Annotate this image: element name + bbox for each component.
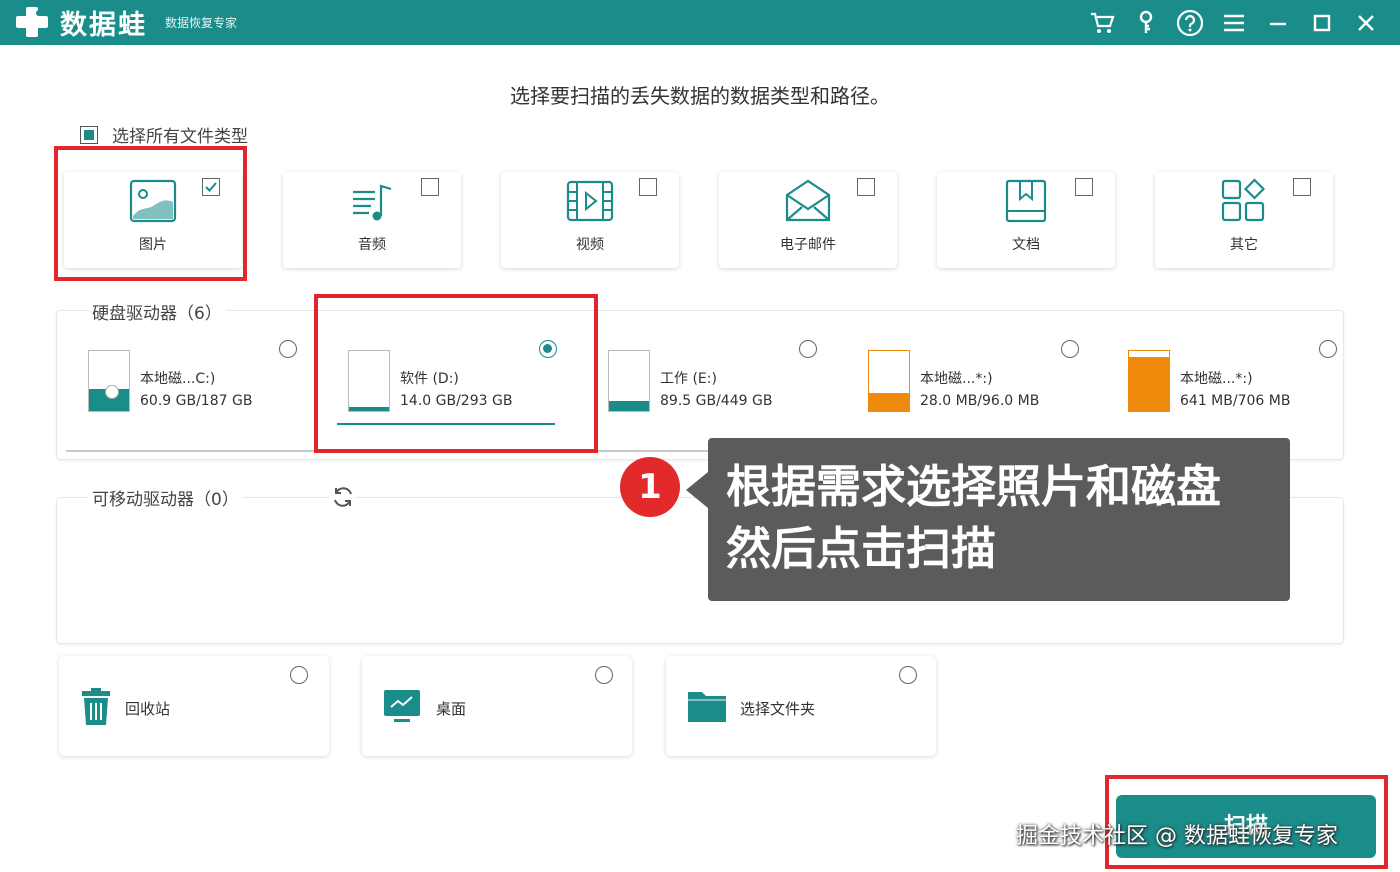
drive-radio[interactable] <box>1319 340 1337 358</box>
email-checkbox[interactable] <box>857 178 875 196</box>
folder-icon <box>688 692 726 722</box>
selected-drive-underline <box>337 423 555 425</box>
image-icon <box>129 179 177 223</box>
removable-drives-title: 可移动驱动器（0） <box>88 485 243 510</box>
location-radio[interactable] <box>290 666 308 684</box>
recycle-bin-icon <box>82 688 110 725</box>
audio-checkbox[interactable] <box>421 178 439 196</box>
file-type-audio[interactable]: 音频 <box>283 172 461 268</box>
drive-icon <box>1128 350 1170 412</box>
location-choose-folder[interactable]: 选择文件夹 <box>666 656 936 756</box>
drive-size: 14.0 GB/293 GB <box>400 393 513 409</box>
other-icon <box>1221 178 1266 222</box>
title-bar: 数据蛙 数据恢复专家 <box>0 0 1400 45</box>
drive-radio[interactable] <box>799 340 817 358</box>
step-number-badge: 1 <box>620 457 680 517</box>
app-logo: 数据蛙 数据恢复专家 <box>14 5 238 41</box>
drive-size: 28.0 MB/96.0 MB <box>920 393 1040 409</box>
drive-e[interactable]: 工作 (E:) 89.5 GB/449 GB <box>608 340 818 420</box>
logo-icon <box>16 7 48 37</box>
file-type-label: 音频 <box>358 237 386 253</box>
desktop-icon <box>384 690 420 722</box>
location-label: 桌面 <box>436 700 467 718</box>
callout-line-1: 根据需求选择照片和磁盘 <box>726 460 1222 513</box>
location-radio[interactable] <box>899 666 917 684</box>
file-type-email[interactable]: 电子邮件 <box>719 172 897 268</box>
help-icon[interactable] <box>1168 0 1212 45</box>
location-label: 回收站 <box>125 700 171 718</box>
file-type-other[interactable]: 其它 <box>1155 172 1333 268</box>
location-radio[interactable] <box>595 666 613 684</box>
location-label: 选择文件夹 <box>740 700 816 718</box>
drive-icon <box>608 350 650 412</box>
location-recycle-bin[interactable]: 回收站 <box>59 656 329 756</box>
drive-hidden-2[interactable]: 本地磁...*:) 641 MB/706 MB <box>1128 340 1338 420</box>
drive-name: 本地磁...C:) <box>140 371 216 387</box>
drive-radio-selected[interactable] <box>539 340 557 358</box>
image-checkbox[interactable] <box>202 178 220 196</box>
video-icon <box>566 180 614 222</box>
close-icon[interactable] <box>1344 0 1388 45</box>
file-type-document[interactable]: 文档 <box>937 172 1115 268</box>
refresh-icon[interactable] <box>330 484 356 510</box>
file-type-label: 电子邮件 <box>780 237 836 253</box>
drive-radio[interactable] <box>1061 340 1079 358</box>
drive-hidden-1[interactable]: 本地磁...*:) 28.0 MB/96.0 MB <box>868 340 1080 420</box>
app-name: 数据蛙 <box>60 9 147 41</box>
file-type-label: 图片 <box>139 237 167 253</box>
music-icon <box>353 184 392 221</box>
email-icon <box>785 179 831 222</box>
drive-icon <box>868 350 910 412</box>
file-type-video[interactable]: 视频 <box>501 172 679 268</box>
drive-name: 本地磁...*:) <box>1180 371 1253 387</box>
other-checkbox[interactable] <box>1293 178 1311 196</box>
file-type-label: 视频 <box>576 237 604 253</box>
select-all-checkbox[interactable]: 选择所有文件类型 <box>80 122 248 147</box>
document-icon <box>1005 179 1047 223</box>
document-checkbox[interactable] <box>1075 178 1093 196</box>
location-desktop[interactable]: 桌面 <box>362 656 632 756</box>
key-icon[interactable] <box>1124 0 1168 45</box>
instruction-callout: 根据需求选择照片和磁盘 然后点击扫描 <box>686 438 1290 601</box>
drive-name: 工作 (E:) <box>660 371 717 387</box>
maximize-icon[interactable] <box>1300 0 1344 45</box>
watermark: 掘金技术社区 @ 数据蛙恢复专家 <box>1016 824 1338 849</box>
cart-icon[interactable] <box>1080 0 1124 45</box>
select-all-label: 选择所有文件类型 <box>112 127 248 147</box>
hard-drives-title: 硬盘驱动器（6） <box>88 299 226 324</box>
file-type-label: 其它 <box>1230 237 1258 253</box>
menu-icon[interactable] <box>1212 0 1256 45</box>
drive-size: 641 MB/706 MB <box>1180 393 1291 409</box>
drive-icon <box>88 350 130 412</box>
drive-icon <box>348 350 390 412</box>
drive-radio[interactable] <box>279 340 297 358</box>
minimize-icon[interactable] <box>1256 0 1300 45</box>
drive-name: 本地磁...*:) <box>920 371 993 387</box>
checkbox[interactable] <box>80 125 98 144</box>
drive-c[interactable]: 本地磁...C:) 60.9 GB/187 GB <box>88 340 298 420</box>
video-checkbox[interactable] <box>639 178 657 196</box>
file-type-label: 文档 <box>1012 237 1040 253</box>
drive-name: 软件 (D:) <box>400 371 459 387</box>
page-heading: 选择要扫描的丢失数据的数据类型和路径。 <box>510 84 890 108</box>
drive-size: 60.9 GB/187 GB <box>140 393 253 409</box>
file-type-image[interactable]: 图片 <box>64 172 242 268</box>
app-subtitle: 数据恢复专家 <box>165 15 238 30</box>
callout-line-2: 然后点击扫描 <box>726 522 997 575</box>
drive-size: 89.5 GB/449 GB <box>660 393 773 409</box>
drive-d[interactable]: 软件 (D:) 14.0 GB/293 GB <box>348 340 558 420</box>
